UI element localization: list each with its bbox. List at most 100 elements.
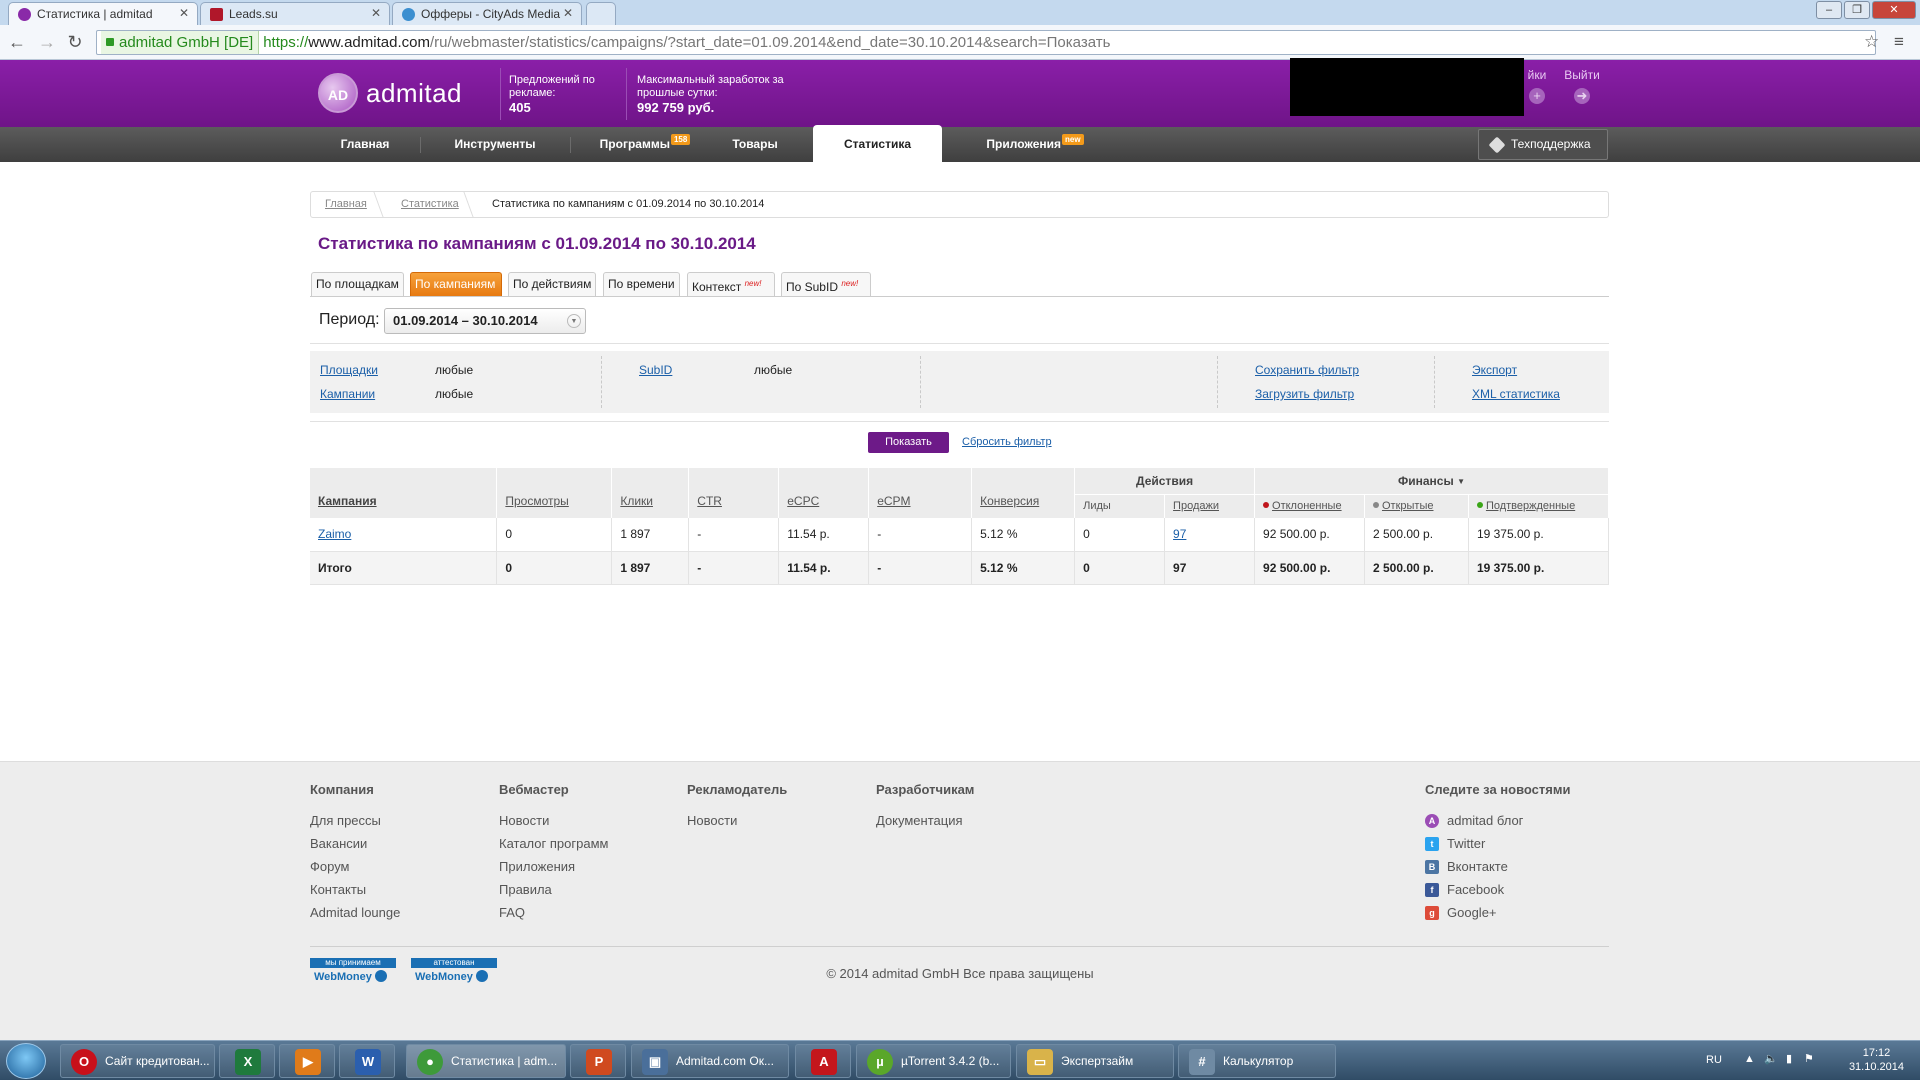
nav-item-tools[interactable]: Инструменты (430, 127, 560, 162)
breadcrumb-home-link[interactable]: Главная (325, 198, 367, 210)
volume-icon[interactable]: 🔈 (1764, 1052, 1778, 1065)
filter-subid-link[interactable]: SubID (639, 363, 672, 377)
settings-link[interactable]: йки + (1522, 68, 1552, 104)
taskbar-item-calculator[interactable]: # Калькулятор (1178, 1044, 1336, 1078)
browser-tab-admitad[interactable]: Статистика | admitad ✕ (8, 2, 198, 25)
nav-item-programs[interactable]: Программы 158 (580, 127, 710, 162)
browser-tab-leads[interactable]: Leads.su ✕ (200, 2, 390, 25)
browser-tab-cityads[interactable]: Офферы - CityAds Media ✕ (392, 2, 582, 25)
tab-by-time[interactable]: По времени (603, 272, 680, 296)
col-conversion[interactable]: Конверсия (971, 468, 1076, 518)
col-views[interactable]: Просмотры (496, 468, 613, 518)
close-icon[interactable]: ✕ (371, 6, 381, 20)
filter-campaigns-link[interactable]: Кампании (320, 387, 375, 401)
taskbar-item-admitad-window[interactable]: ▣ Admitad.com Ок... (631, 1044, 789, 1078)
footer-link[interactable]: Вакансии (310, 832, 400, 855)
taskbar-item-media-player[interactable]: ▶ (279, 1044, 335, 1078)
nav-item-apps[interactable]: Приложения new (960, 127, 1110, 162)
footer-link[interactable]: Приложения (499, 855, 608, 878)
tab-by-subid[interactable]: По SubID new! (781, 272, 871, 296)
load-filter-link[interactable]: Загрузить фильтр (1255, 387, 1354, 401)
col-campaign[interactable]: Кампания (310, 468, 498, 518)
url-scheme: https:// (263, 34, 309, 51)
footer-link[interactable]: FAQ (499, 901, 608, 924)
footer-link[interactable]: Admitad lounge (310, 901, 400, 924)
start-button[interactable] (6, 1043, 46, 1079)
breadcrumb-section[interactable]: Статистика (401, 192, 459, 217)
tab-context[interactable]: Контекст new! (687, 272, 775, 296)
taskbar-item-opera[interactable]: O Сайт кредитован... (60, 1044, 215, 1078)
period-select[interactable]: 01.09.2014 – 30.10.2014 ▼ (384, 308, 586, 334)
footer-link[interactable]: Новости (687, 809, 787, 832)
restore-icon[interactable]: ❐ (1844, 1, 1870, 19)
new-tab-button[interactable] (586, 2, 616, 25)
network-icon[interactable]: ▮ (1786, 1052, 1792, 1065)
save-filter-link[interactable]: Сохранить фильтр (1255, 363, 1359, 377)
footer-link[interactable]: Новости (499, 809, 608, 832)
address-bar[interactable]: admitad GmbH [DE] https://www.admitad.com… (96, 30, 1876, 55)
social-label: Twitter (1447, 836, 1486, 851)
tab-by-actions[interactable]: По действиям (508, 272, 596, 296)
reload-icon[interactable]: ↻ (64, 31, 86, 53)
footer-link[interactable]: Контакты (310, 878, 400, 901)
taskbar-item-excel[interactable]: X (219, 1044, 275, 1078)
taskbar-item-word[interactable]: W (339, 1044, 395, 1078)
social-twitter[interactable]: t Twitter (1425, 832, 1570, 855)
col-ecpm[interactable]: eCPM (868, 468, 973, 518)
close-icon[interactable]: ✕ (563, 6, 573, 20)
social-googleplus[interactable]: g Google+ (1425, 901, 1570, 924)
taskbar-item-chrome[interactable]: ● Статистика | adm... (406, 1044, 566, 1078)
export-link[interactable]: Экспорт (1472, 363, 1517, 377)
footer-link[interactable]: Правила (499, 878, 608, 901)
sales-link[interactable]: 97 (1173, 527, 1186, 541)
campaign-link[interactable]: Zaimo (318, 527, 351, 541)
window-close-icon[interactable]: ✕ (1872, 1, 1916, 19)
footer-link[interactable]: Документация (876, 809, 974, 832)
col-open[interactable]: Открытые (1364, 494, 1469, 518)
minimize-icon[interactable]: – (1816, 1, 1842, 19)
nav-item-home[interactable]: Главная (315, 127, 415, 162)
taskbar-item-powerpoint[interactable]: P (570, 1044, 626, 1078)
social-admitad-blog[interactable]: Aadmitad блог (1425, 809, 1570, 832)
tab-by-sites[interactable]: По площадкам (311, 272, 404, 296)
forward-icon[interactable]: → (36, 31, 58, 53)
xml-statistics-link[interactable]: XML статистика (1472, 387, 1560, 401)
bookmark-star-icon[interactable]: ☆ (1864, 32, 1879, 52)
taskbar-item-folder[interactable]: ▭ Экспертзайм (1016, 1044, 1174, 1078)
col-approved[interactable]: Подтвержденные (1468, 494, 1610, 518)
close-icon[interactable]: ✕ (179, 6, 189, 20)
col-declined[interactable]: Отклоненные (1254, 494, 1365, 518)
action-center-icon[interactable]: ⚑ (1804, 1052, 1814, 1065)
clock[interactable]: 17:12 31.10.2014 (1849, 1046, 1904, 1074)
tray-expand-icon[interactable]: ▲ (1744, 1053, 1755, 1065)
col-clicks[interactable]: Клики (611, 468, 690, 518)
col-conversion-label: Конверсия (980, 494, 1040, 508)
language-indicator[interactable]: RU (1706, 1054, 1722, 1066)
support-button[interactable]: Техподдержка (1478, 129, 1608, 160)
breadcrumb-home[interactable]: Главная (325, 192, 367, 217)
filter-sites-link[interactable]: Площадки (320, 363, 378, 377)
taskbar-item-acrobat[interactable]: A (795, 1044, 851, 1078)
secure-badge[interactable]: admitad GmbH [DE] (101, 31, 260, 54)
reset-filter-link[interactable]: Сбросить фильтр (962, 436, 1052, 448)
breadcrumb-section-link[interactable]: Статистика (401, 198, 459, 210)
col-ctr[interactable]: CTR (688, 468, 780, 518)
admitad-logo[interactable]: AD admitad (318, 73, 462, 113)
col-group-finance[interactable]: Финансы ▼ (1254, 468, 1609, 495)
social-vkontakte[interactable]: B Вконтакте (1425, 855, 1570, 878)
footer-link[interactable]: Форум (310, 855, 400, 878)
social-facebook[interactable]: f Facebook (1425, 878, 1570, 901)
taskbar-item-utorrent[interactable]: µ µTorrent 3.4.2 (b... (856, 1044, 1011, 1078)
footer-link[interactable]: Для прессы (310, 809, 400, 832)
back-icon[interactable]: ← (6, 31, 28, 53)
menu-icon[interactable]: ≡ (1894, 32, 1904, 52)
footer-link[interactable]: Каталог программ (499, 832, 608, 855)
show-button[interactable]: Показать (868, 432, 949, 453)
logout-link[interactable]: Выйти ➜ (1560, 68, 1604, 104)
nav-item-statistics[interactable]: Статистика (813, 125, 942, 162)
col-ecpc[interactable]: eCPC (778, 468, 870, 518)
tab-by-campaigns[interactable]: По кампаниям (410, 272, 502, 296)
col-leads[interactable]: Лиды (1074, 494, 1166, 518)
nav-item-products[interactable]: Товары (712, 127, 798, 162)
col-sales[interactable]: Продажи (1164, 494, 1256, 518)
